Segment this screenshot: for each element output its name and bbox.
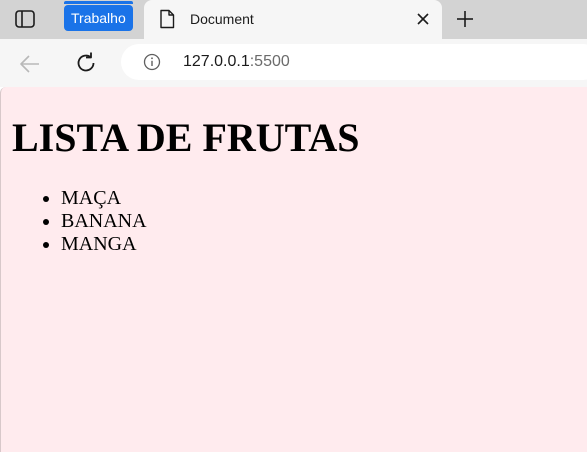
fruit-list: MAÇA BANANA MANGA bbox=[21, 187, 147, 256]
site-info-icon[interactable] bbox=[143, 53, 161, 71]
url-port: :5500 bbox=[249, 53, 290, 70]
tab-strip: Trabalho Document bbox=[0, 0, 587, 39]
back-arrow-icon[interactable] bbox=[18, 52, 42, 76]
tab-group-label[interactable]: Trabalho bbox=[64, 1, 133, 31]
address-bar[interactable]: 127.0.0.1:5500 bbox=[121, 44, 587, 80]
new-tab-icon[interactable] bbox=[456, 10, 474, 28]
page-heading: LISTA DE FRUTAS bbox=[12, 115, 360, 160]
close-tab-icon[interactable] bbox=[416, 12, 430, 26]
browser-toolbar: 127.0.0.1:5500 bbox=[0, 39, 587, 87]
url-text[interactable]: 127.0.0.1:5500 bbox=[183, 44, 290, 80]
tab-title: Document bbox=[190, 11, 254, 27]
tab-actions-icon[interactable] bbox=[14, 9, 36, 29]
active-tab[interactable]: Document bbox=[144, 0, 442, 39]
url-host: 127.0.0.1 bbox=[183, 53, 250, 70]
list-item: BANANA bbox=[61, 210, 147, 233]
document-icon bbox=[160, 9, 175, 29]
reload-icon[interactable] bbox=[74, 51, 98, 75]
page-content: LISTA DE FRUTAS MAÇA BANANA MANGA bbox=[0, 87, 587, 452]
list-item: MANGA bbox=[61, 233, 147, 256]
list-item: MAÇA bbox=[61, 187, 147, 210]
